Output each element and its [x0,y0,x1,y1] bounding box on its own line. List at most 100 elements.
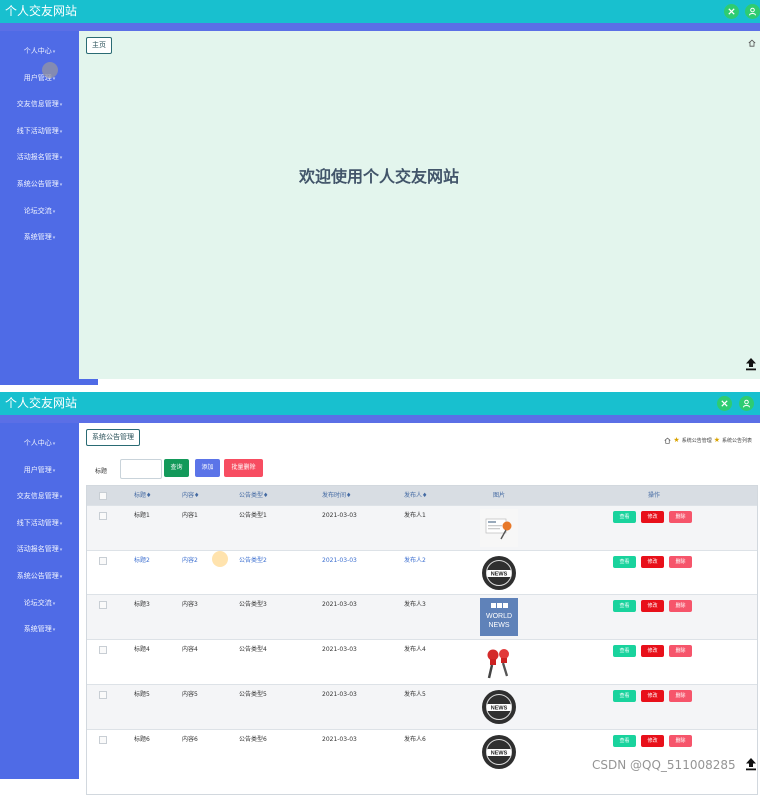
breadcrumb-item[interactable]: 系统公告管理 [682,437,712,444]
column-header-date[interactable]: 发布时间♦ [322,486,351,505]
column-header-publisher[interactable]: 发布人♦ [404,486,427,505]
sidebar-item-system-notice[interactable]: 系统公告管理▾ [0,177,79,191]
cell-date: 2021-03-03 [322,556,357,564]
sidebar-item-dating-info[interactable]: 交友信息管理▾ [0,97,79,111]
cell-date: 2021-03-03 [322,601,357,609]
sidebar-item-forum[interactable]: 论坛交流▾ [0,204,79,218]
sidebar-item-label: 活动报名管理 [16,545,59,553]
sidebar-item-label: 论坛交流 [23,599,52,607]
sidebar-item-activity-signup[interactable]: 活动报名管理▾ [0,542,79,556]
sidebar-item-system-management[interactable]: 系统管理▾ [0,622,79,636]
row-checkbox[interactable] [99,646,107,655]
view-button[interactable]: 查看 [613,689,636,702]
back-to-top-icon[interactable] [744,357,758,371]
notice-table: 标题♦ 内容♦ 公告类型♦ 发布时间♦ 发布人♦ 图片 操作 标题1 内容1 公告类… [86,485,758,795]
edit-button[interactable]: 修改 [641,511,664,523]
user-menu-button[interactable] [739,396,754,411]
notice-image-news-collage [480,509,518,547]
thumbnail-text: WORLD [486,613,512,620]
fullscreen-toggle-button[interactable] [724,4,739,19]
home-icon[interactable] [664,437,671,444]
delete-button[interactable]: 删除 [669,511,692,523]
column-header-type[interactable]: 公告类型♦ [239,486,268,505]
tab-home[interactable]: 主页 [86,37,112,54]
notice-image-news-badge: NEWS [480,554,518,592]
cell-content: 内容3 [182,601,198,609]
view-button[interactable]: 查看 [613,645,636,658]
column-header-title[interactable]: 标题♦ [134,486,151,505]
sidebar-item-label: 系统公告管理 [16,572,59,580]
delete-button[interactable]: 删除 [669,689,692,702]
notice-image-bbc-world-news: WORLD NEWS [480,598,518,637]
delete-button[interactable]: 删除 [669,600,692,613]
cell-content: 内容1 [182,512,198,519]
notice-image-news-badge: NEWS [480,733,518,771]
sidebar-item-user-management[interactable]: 用户管理▾ [0,71,79,85]
delete-button[interactable]: 删除 [669,555,692,568]
header-band [0,415,760,423]
sidebar-item-activity-signup[interactable]: 活动报名管理▾ [0,150,79,164]
view-button[interactable]: 查看 [613,511,636,523]
search-label: 标题 [95,468,108,475]
sidebar: 个人中心▾ 用户管理▾ 交友信息管理▾ 线下活动管理▾ 活动报名管理▾ 系统公告… [0,31,79,379]
row-checkbox[interactable] [99,690,107,699]
breadcrumb-item: 系统公告列表 [721,437,752,444]
view-button[interactable]: 查看 [613,555,636,568]
edit-button[interactable]: 修改 [641,645,664,658]
sidebar-item-user-management[interactable]: 用户管理▾ [0,463,79,477]
cell-publisher: 发布人4 [404,646,426,654]
app-title: 个人交友网站 [5,396,78,410]
delete-button[interactable]: 删除 [669,734,692,747]
sidebar-item-offline-activity[interactable]: 线下活动管理▾ [0,124,79,138]
screenshot-notice-list: 个人交友网站 个人中心▾ 用户管理▾ 交友信息管理▾ 线下活动管理▾ 活动报名管… [0,392,760,795]
sidebar-item-personal-center[interactable]: 个人中心▾ [0,44,79,58]
breadcrumb: ★ 系统公告管理 ★ 系统公告列表 [664,436,752,444]
user-menu-button[interactable] [745,4,760,19]
title-search-input[interactable] [120,459,162,479]
sidebar-item-personal-center[interactable]: 个人中心▾ [0,436,79,450]
home-icon[interactable] [748,39,756,47]
cell-type: 公告类型6 [239,735,267,743]
row-checkbox[interactable] [99,735,107,744]
row-checkbox[interactable] [99,512,107,520]
sidebar-item-forum[interactable]: 论坛交流▾ [0,596,79,610]
row-checkbox[interactable] [99,601,107,610]
sidebar-item-label: 系统公告管理 [16,180,59,188]
back-to-top-icon[interactable] [744,757,758,771]
sidebar-item-label: 线下活动管理 [16,127,59,135]
edit-button[interactable]: 修改 [641,734,664,747]
batch-delete-button[interactable]: 批量删除 [224,459,263,477]
thumbnail-text: NEWS [491,750,508,756]
edit-button[interactable]: 修改 [641,689,664,702]
cell-title: 标题4 [134,646,150,654]
fullscreen-toggle-button[interactable] [717,396,732,411]
cell-content: 内容6 [182,735,198,743]
sidebar-item-system-notice[interactable]: 系统公告管理▾ [0,569,79,583]
query-button[interactable]: 查询 [164,459,189,477]
user-icon [742,399,751,408]
cell-type: 公告类型3 [239,601,267,609]
cell-date: 2021-03-03 [322,735,357,743]
sidebar-item-offline-activity[interactable]: 线下活动管理▾ [0,516,79,530]
edit-button[interactable]: 修改 [641,600,664,613]
thumbnail-text: NEWS [491,705,508,711]
edit-button[interactable]: 修改 [641,555,664,568]
sidebar-item-system-management[interactable]: 系统管理▾ [0,230,79,244]
add-button[interactable]: 添加 [195,459,220,477]
chevron-down-icon: ▾ [59,102,63,108]
row-checkbox[interactable] [99,556,107,565]
sidebar-item-label: 系统管理 [23,233,52,241]
sidebar-item-dating-info[interactable]: 交友信息管理▾ [0,489,79,503]
tab-system-notice[interactable]: 系统公告管理 [86,429,140,446]
close-icon [728,8,735,15]
view-button[interactable]: 查看 [613,600,636,613]
csdn-watermark: CSDN @QQ_511008285 [592,758,736,772]
cell-publisher: 发布人3 [404,601,426,609]
delete-button[interactable]: 删除 [669,645,692,658]
column-header-content[interactable]: 内容♦ [182,486,199,505]
chevron-down-icon: ▾ [52,49,56,55]
column-header-actions: 操作 [648,492,661,499]
chevron-down-icon: ▾ [59,155,63,161]
view-button[interactable]: 查看 [613,734,636,747]
select-all-checkbox[interactable] [99,492,107,500]
